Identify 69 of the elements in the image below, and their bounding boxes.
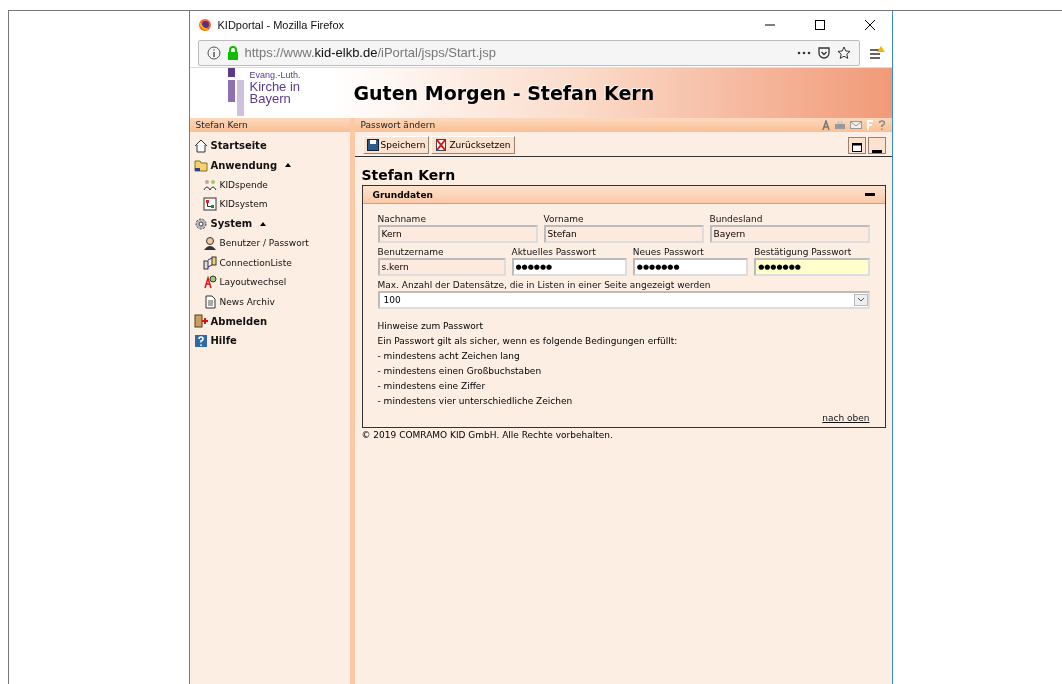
nav-item[interactable]: System bbox=[193, 214, 346, 234]
hint-text: - mindestens acht Zeichen lang bbox=[377, 350, 521, 363]
page-heading: Stefan Kern bbox=[361, 167, 457, 185]
nav-item[interactable]: Abmelden bbox=[193, 311, 346, 331]
info-icon bbox=[206, 45, 221, 60]
nav-item[interactable]: KIDspende bbox=[193, 175, 346, 195]
user-name: Stefan Kern bbox=[195, 120, 248, 130]
nav-item[interactable]: KIDsystem bbox=[193, 194, 346, 214]
hint-text: - mindestens eine Ziffer bbox=[377, 380, 487, 393]
close-icon bbox=[864, 19, 875, 30]
firefox-logo-icon bbox=[197, 17, 212, 32]
maximize-icon bbox=[851, 142, 862, 153]
star-icon[interactable] bbox=[836, 45, 851, 60]
people-icon bbox=[202, 177, 217, 192]
dropdown-field[interactable]: 100 bbox=[377, 291, 870, 309]
nav-item[interactable]: Startseite bbox=[193, 136, 346, 156]
nav-item[interactable]: Hilfe bbox=[193, 331, 346, 351]
hint-text: Ein Passwort gilt als sicher, wenn es folgende Bedingungen erfüllt: bbox=[377, 335, 679, 348]
nav-item[interactable]: Layoutwechsel bbox=[193, 272, 346, 292]
nav-item[interactable]: ConnectionListe bbox=[193, 253, 346, 273]
maximize-button[interactable] bbox=[847, 136, 866, 154]
field-label: Max. Anzahl der Datensätze, die in Listen in einer Seite angezeigt werden bbox=[377, 280, 712, 291]
field-label: Benutzername bbox=[377, 247, 445, 258]
dropdown-caret-icon bbox=[853, 294, 868, 306]
pocket-icon[interactable] bbox=[816, 45, 831, 60]
hint-text: - mindestens vier unterschiedliche Zeichen bbox=[377, 395, 574, 408]
window-title: KIDportal - Mozilla Firefox bbox=[217, 18, 346, 31]
logo-icon bbox=[227, 68, 244, 116]
help-icon[interactable] bbox=[877, 120, 886, 130]
back-to-top-link[interactable]: nach oben bbox=[822, 413, 870, 423]
address-bar[interactable]: https://www.kid-elkb.de/iPortal/jsps/Start.jsp bbox=[197, 39, 860, 66]
collapse-caret-icon bbox=[284, 162, 293, 169]
door-icon bbox=[193, 314, 208, 329]
minimize-icon bbox=[871, 148, 882, 153]
cross-document-icon bbox=[435, 139, 448, 151]
logo-text: Evang.-Luth. Kirche in Bayern bbox=[249, 69, 301, 105]
field-label: Nachname bbox=[377, 214, 427, 225]
hint-text: Hinweise zum Passwort bbox=[377, 320, 485, 333]
copyright-text: © 2019 COMRAMO KID GmbH. Alle Rechte vorbehalten. bbox=[361, 429, 614, 442]
section-title: Grunddaten bbox=[372, 189, 433, 200]
field-label: Bestätigung Passwort bbox=[754, 247, 853, 258]
greeting-banner-text: Guten Morgen - Stefan Kern bbox=[353, 82, 655, 104]
collapse-caret-icon bbox=[259, 220, 268, 227]
field-label: Aktuelles Passwort bbox=[511, 247, 597, 258]
nav-item[interactable]: Benutzer / Passwort bbox=[193, 233, 346, 253]
field-label: Neues Passwort bbox=[632, 247, 705, 258]
toolbar-button[interactable]: Speichern bbox=[362, 136, 430, 154]
connection-icon bbox=[202, 255, 217, 270]
person-icon bbox=[202, 236, 217, 251]
document-icon bbox=[202, 294, 217, 309]
nav-item[interactable]: News Archiv bbox=[193, 292, 346, 312]
page-title: Passwort ändern bbox=[360, 120, 436, 130]
collapse-icon[interactable] bbox=[864, 192, 875, 197]
minimize-button[interactable] bbox=[867, 136, 886, 154]
font-icon[interactable] bbox=[821, 120, 830, 130]
field-label: Bundesland bbox=[709, 214, 764, 225]
field-label: Vorname bbox=[543, 214, 585, 225]
padlock-icon bbox=[226, 45, 239, 60]
layout-icon bbox=[202, 275, 217, 290]
maximize-icon bbox=[814, 19, 825, 30]
folder-icon bbox=[193, 158, 208, 173]
toolbar-button[interactable]: Zurücksetzen bbox=[431, 136, 515, 154]
hint-text: - mindestens einen Großbuchstaben bbox=[377, 365, 543, 378]
help-icon bbox=[193, 333, 208, 348]
diagram-icon bbox=[202, 197, 217, 212]
house-icon bbox=[193, 138, 208, 153]
nav-item[interactable]: Anwendung bbox=[193, 155, 346, 175]
menu-icon[interactable] bbox=[867, 45, 886, 60]
gear-icon bbox=[193, 216, 208, 231]
